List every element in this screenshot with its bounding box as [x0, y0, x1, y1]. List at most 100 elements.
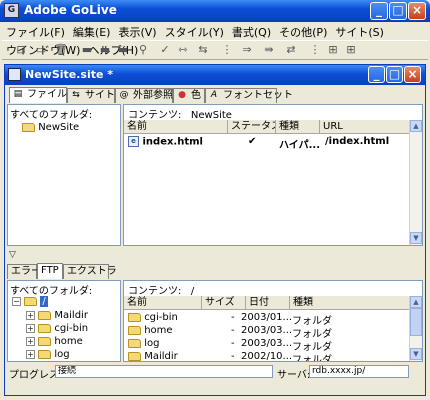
- ftp-tree-item[interactable]: + Maildir: [26, 310, 88, 321]
- sync-arrows-icon[interactable]: ⇄: [284, 43, 298, 57]
- table-row[interactable]: e index.html ✔ ハイパ... /index.html: [128, 136, 410, 151]
- menu-format[interactable]: 書式(Q): [228, 22, 275, 40]
- at-icon: @: [119, 90, 129, 100]
- file-url: /index.html: [325, 136, 390, 147]
- table-row[interactable]: log - 2003/03... フォルダ: [128, 338, 408, 353]
- menu-site[interactable]: サイト(S): [331, 22, 388, 40]
- tab-colors[interactable]: ● 色: [173, 88, 205, 103]
- ftp-folder-pane: すべてのフォルダ: − / + Maildir + cgi-bin + home…: [7, 280, 121, 362]
- app-title: Adobe GoLive: [24, 3, 117, 17]
- expand-plus-icon[interactable]: +: [26, 349, 35, 359]
- menu-other[interactable]: その他(P): [275, 22, 331, 40]
- menu-view[interactable]: 表示(V): [114, 22, 160, 40]
- site-doc-icon: [8, 68, 21, 81]
- arrows-icon[interactable]: ⇆: [196, 43, 210, 57]
- file-status-check: ✔: [248, 136, 257, 147]
- folder-icon: [128, 325, 141, 335]
- color-wheel-icon: ●: [178, 90, 186, 100]
- col-status[interactable]: ステータス: [228, 120, 276, 134]
- folder-icon: [38, 336, 52, 346]
- toolbar: ⊡ ▭ 🗑 ▬ ▬ ▬ ⚲ ✓ ⇿ ⇆ ⋮ ⇒ ⇛ ⇄ ⋮ ⊞ ⊞: [2, 40, 428, 60]
- contents-scrollbar[interactable]: ▲ ▼: [409, 120, 422, 245]
- contents-label: コンテンツ: NewSite: [128, 110, 232, 121]
- view-icon[interactable]: ⊞: [326, 43, 340, 57]
- folder-tree-item[interactable]: NewSite: [22, 122, 79, 133]
- ftp-contents-scrollbar[interactable]: ▲ ▼: [409, 296, 422, 361]
- minimize-button[interactable]: _: [370, 2, 388, 20]
- file-name: index.html: [142, 136, 203, 148]
- ftp-tree-item[interactable]: + log: [26, 349, 70, 360]
- sync-icon[interactable]: ▬: [116, 43, 130, 57]
- server-field: rdb.xxxx.jp/: [309, 365, 409, 378]
- menu-style[interactable]: スタイル(Y): [161, 22, 228, 40]
- tab-external[interactable]: @ 外部参照: [115, 88, 173, 103]
- file-type: ハイパ...: [279, 140, 320, 151]
- site-icon[interactable]: ⊡: [14, 43, 28, 57]
- table-row[interactable]: cgi-bin - 2003/01... フォルダ: [128, 312, 408, 327]
- expand-plus-icon[interactable]: +: [26, 323, 35, 333]
- ftp-tree-item[interactable]: + cgi-bin: [26, 323, 88, 334]
- collapse-triangle-icon[interactable]: ▽: [9, 250, 16, 260]
- menu-file[interactable]: ファイル(F): [2, 22, 69, 40]
- grid-icon[interactable]: ⊞: [344, 43, 358, 57]
- find-icon[interactable]: ⚲: [136, 43, 150, 57]
- site-tab-icon: ⇆: [72, 90, 80, 100]
- menu-edit[interactable]: 編集(E): [69, 22, 115, 40]
- table-row[interactable]: Maildir - 2002/10... フォルダ: [128, 351, 408, 361]
- close-button[interactable]: ×: [408, 2, 426, 20]
- scroll-up-icon[interactable]: ▲: [410, 120, 422, 132]
- app-titlebar: G Adobe GoLive _ □ ×: [0, 0, 430, 22]
- ftp-root-item[interactable]: − /: [12, 296, 48, 307]
- expand-plus-icon[interactable]: +: [26, 336, 35, 346]
- disconnect-icon[interactable]: ⇛: [262, 43, 276, 57]
- links-icon[interactable]: ⇿: [176, 43, 190, 57]
- collapse-minus-icon[interactable]: −: [12, 296, 21, 306]
- expand-plus-icon[interactable]: +: [26, 310, 35, 320]
- menubar: ファイル(F) 編集(E) 表示(V) スタイル(Y) 書式(Q) その他(P) サイト(S…: [2, 22, 428, 57]
- site-close-button[interactable]: ×: [404, 66, 421, 83]
- site-maximize-button[interactable]: □: [386, 66, 403, 83]
- download-icon[interactable]: ▬: [98, 43, 112, 57]
- site-contents-pane: コンテンツ: NewSite 名前 ステータス 種類 URL e index.h…: [123, 104, 423, 246]
- server-label: サーバ:: [277, 370, 311, 381]
- connect-icon[interactable]: ⇒: [240, 43, 254, 57]
- maximize-button[interactable]: □: [389, 2, 407, 20]
- scroll-down-icon[interactable]: ▼: [410, 232, 422, 244]
- ftp-col-name[interactable]: 名前: [124, 296, 202, 310]
- tree-icon[interactable]: ⋮: [308, 43, 322, 57]
- golive-app-icon[interactable]: G: [4, 3, 19, 18]
- tab-site[interactable]: ⇆ サイト: [67, 88, 115, 103]
- font-icon: A: [210, 90, 218, 100]
- check-icon[interactable]: ✓: [158, 43, 172, 57]
- delete-icon[interactable]: 🗑: [54, 43, 68, 57]
- new-folder-icon[interactable]: ▭: [34, 43, 48, 57]
- folders-label: すべてのフォルダ:: [10, 110, 93, 121]
- scroll-thumb[interactable]: [410, 308, 422, 336]
- ftp-root-label: /: [40, 296, 48, 307]
- table-row[interactable]: home - 2003/03... フォルダ: [128, 325, 408, 340]
- status-bar: プログレス: 接続 サーバ: rdb.xxxx.jp/: [5, 365, 425, 381]
- folder-icon: [38, 310, 52, 320]
- ftp-col-type[interactable]: 種類: [290, 296, 410, 310]
- scroll-down-icon[interactable]: ▼: [410, 348, 422, 360]
- scroll-up-icon[interactable]: ▲: [410, 296, 422, 308]
- ftp-col-size[interactable]: サイズ: [202, 296, 246, 310]
- folder-icon: [22, 122, 35, 132]
- progress-field: 接続: [55, 365, 273, 378]
- tab-ftp[interactable]: FTP: [37, 263, 63, 279]
- tab-errors[interactable]: エラー: [7, 264, 41, 279]
- site-window-title: NewSite.site *: [25, 68, 114, 81]
- col-type[interactable]: 種類: [276, 120, 320, 134]
- ftp-contents-pane: コンテンツ: / 名前 サイズ 日付 種類 cgi-bin - 2003/01.…: [123, 280, 423, 362]
- site-minimize-button[interactable]: _: [368, 66, 385, 83]
- col-name[interactable]: 名前: [124, 120, 228, 134]
- tab-files[interactable]: ▤ ファイル: [9, 87, 67, 103]
- ftp-tree-item[interactable]: + home: [26, 336, 83, 347]
- tab-extras[interactable]: エクストラ: [63, 264, 117, 279]
- folder-icon: [38, 349, 52, 359]
- collapse-icon[interactable]: ⋮: [220, 43, 234, 57]
- col-url[interactable]: URL: [320, 120, 410, 134]
- upload-icon[interactable]: ▬: [80, 43, 94, 57]
- tab-fontsets[interactable]: A フォントセット: [205, 88, 293, 103]
- ftp-col-date[interactable]: 日付: [246, 296, 290, 310]
